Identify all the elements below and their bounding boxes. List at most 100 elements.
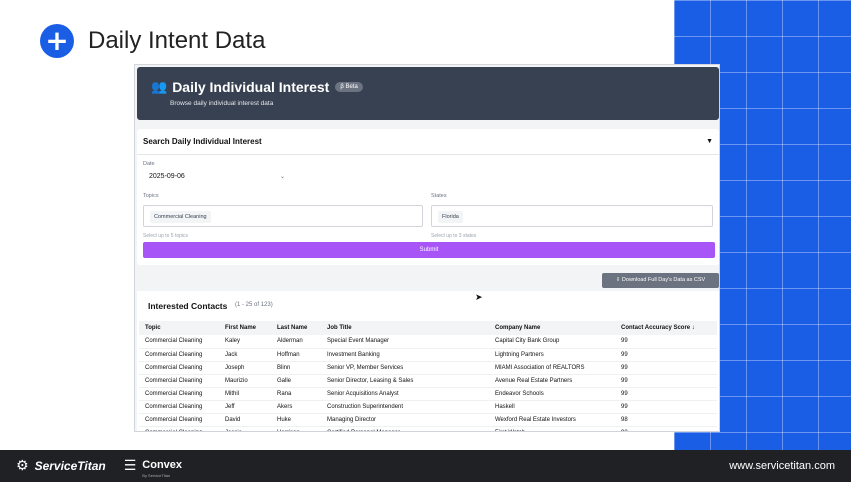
- table-cell: 99: [615, 374, 717, 388]
- page-subtitle: Browse daily individual interest data: [170, 100, 274, 107]
- date-label: Date: [143, 161, 155, 167]
- table-cell: MIAMI Association of REALTORS: [489, 361, 615, 375]
- table-cell: Special Event Manager: [321, 335, 489, 349]
- table-cell: First Watch: [489, 426, 615, 431]
- table-cell: Commercial Cleaning: [139, 361, 219, 375]
- hero-banner: 👥 Daily Individual Interest β Beta Brows…: [137, 67, 719, 120]
- date-select[interactable]: 2025-09-06: [149, 173, 185, 180]
- topics-input[interactable]: Commercial Cleaning: [143, 205, 423, 227]
- table-cell: Certified Personal Manager: [321, 426, 489, 431]
- servicetitan-logo: ⚙ ServiceTitan: [16, 458, 106, 474]
- servicetitan-mark-icon: ⚙: [16, 458, 29, 474]
- submit-button[interactable]: Submit: [143, 242, 715, 258]
- table-header-row: Topic First Name Last Name Job Title Com…: [139, 321, 717, 335]
- table-cell: Jack: [219, 348, 271, 362]
- column-header[interactable]: Topic: [139, 321, 219, 335]
- convex-wordmark: Convex: [142, 458, 183, 471]
- search-panel: Search Daily Individual Interest ▼ Date …: [137, 129, 719, 265]
- servicetitan-wordmark: ServiceTitan: [34, 459, 106, 473]
- users-icon: 👥: [151, 79, 168, 95]
- table-cell: Commercial Cleaning: [139, 335, 219, 349]
- table-cell: Avenue Real Estate Partners: [489, 374, 615, 388]
- table-cell: 98: [615, 413, 717, 427]
- slide-header: + Daily Intent Data: [40, 24, 265, 58]
- table-cell: Mithil: [219, 387, 271, 401]
- table-cell: 99: [615, 400, 717, 414]
- convex-subtext: By ServiceTitan: [142, 472, 171, 478]
- table-cell: Jessie: [219, 426, 271, 431]
- states-input[interactable]: Florida: [431, 205, 713, 227]
- table-cell: Commercial Cleaning: [139, 413, 219, 427]
- table-row[interactable]: Commercial Cleaning Jack Hoffman Investment…: [139, 348, 717, 362]
- table-cell: Blinn: [271, 361, 321, 375]
- column-header[interactable]: Company Name: [489, 321, 615, 335]
- convex-logo: ☰ Convex By ServiceTitan: [124, 455, 182, 478]
- table-row[interactable]: Commercial Cleaning Joseph Blinn Senior VP,…: [139, 361, 717, 375]
- convex-mark-icon: ☰: [123, 458, 137, 474]
- topics-label: Topics: [143, 193, 159, 199]
- table-cell: Hoffman: [271, 348, 321, 362]
- table-cell: Alderman: [271, 335, 321, 349]
- table-cell: Senior VP, Member Services: [321, 361, 489, 375]
- table-cell: Wexford Real Estate Investors: [489, 413, 615, 427]
- download-csv-button[interactable]: ⇩ Download Full Day's Data as CSV: [602, 273, 719, 288]
- table-cell: Haskell: [489, 400, 615, 414]
- table-cell: Commercial Cleaning: [139, 348, 219, 362]
- chevron-down-icon[interactable]: ⌄: [280, 173, 285, 180]
- table-cell: 99: [615, 387, 717, 401]
- plus-circle-icon: +: [40, 24, 74, 58]
- contacts-table: Topic First Name Last Name Job Title Com…: [139, 321, 717, 431]
- table-cell: Commercial Cleaning: [139, 426, 219, 431]
- state-chip[interactable]: Florida: [438, 211, 463, 223]
- table-cell: Managing Director: [321, 413, 489, 427]
- app-screenshot: 👥 Daily Individual Interest β Beta Brows…: [134, 64, 720, 432]
- states-hint: Select up to 3 states: [431, 233, 477, 239]
- column-header-sorted[interactable]: Contact Accuracy Score ↓: [615, 321, 717, 335]
- table-cell: Endeavor Schools: [489, 387, 615, 401]
- table-cell: Jeff: [219, 400, 271, 414]
- table-cell: Rana: [271, 387, 321, 401]
- table-cell: Joseph: [219, 361, 271, 375]
- collapse-caret-icon[interactable]: ▼: [706, 138, 713, 145]
- page-title: Daily Individual Interest: [172, 79, 330, 95]
- table-row[interactable]: Commercial Cleaning David Huke Managing Dir…: [139, 413, 717, 427]
- slide-title: Daily Intent Data: [88, 27, 266, 54]
- table-cell: Harrison: [271, 426, 321, 431]
- table-cell: 98: [615, 426, 717, 431]
- topic-chip[interactable]: Commercial Cleaning: [150, 211, 211, 223]
- search-panel-title: Search Daily Individual Interest: [143, 137, 262, 146]
- table-cell: Maurizio: [219, 374, 271, 388]
- column-header[interactable]: Job Title: [321, 321, 489, 335]
- column-header[interactable]: First Name: [219, 321, 271, 335]
- table-cell: 99: [615, 361, 717, 375]
- table-cell: 99: [615, 335, 717, 349]
- table-cell: Commercial Cleaning: [139, 400, 219, 414]
- table-cell: Capital City Bank Group: [489, 335, 615, 349]
- results-panel: Interested Contacts (1 - 25 of 123) Topi…: [137, 291, 719, 431]
- table-row[interactable]: Commercial Cleaning Jeff Akers Construction…: [139, 400, 717, 414]
- table-row[interactable]: Commercial CleaningJessieHarrisonCertifi…: [139, 426, 717, 431]
- states-label: States: [431, 193, 447, 199]
- table-cell: Senior Acquisitions Analyst: [321, 387, 489, 401]
- table-row[interactable]: Commercial Cleaning Maurizio Galle Senior D…: [139, 374, 717, 388]
- mouse-cursor-icon: ➤: [475, 293, 483, 303]
- beta-badge: β Beta: [335, 82, 363, 92]
- table-cell: Akers: [271, 400, 321, 414]
- footer-url: www.servicetitan.com: [729, 460, 835, 472]
- table-cell: David: [219, 413, 271, 427]
- results-title: Interested Contacts: [148, 301, 228, 311]
- table-cell: Galle: [271, 374, 321, 388]
- table-cell: Commercial Cleaning: [139, 374, 219, 388]
- footer-bar: ⚙ ServiceTitan ☰ Convex By ServiceTitan …: [0, 450, 851, 482]
- table-cell: Kaley: [219, 335, 271, 349]
- search-panel-header[interactable]: Search Daily Individual Interest ▼: [137, 129, 719, 155]
- table-cell: Huke: [271, 413, 321, 427]
- results-count: (1 - 25 of 123): [235, 302, 273, 308]
- column-header[interactable]: Last Name: [271, 321, 321, 335]
- table-row[interactable]: Commercial Cleaning Kaley Alderman Special …: [139, 335, 717, 349]
- table-cell: Lightning Partners: [489, 348, 615, 362]
- topics-hint: Select up to 5 topics: [143, 233, 189, 239]
- table-row[interactable]: Commercial Cleaning Mithil Rana Senior Acqu…: [139, 387, 717, 401]
- table-cell: Senior Director, Leasing & Sales: [321, 374, 489, 388]
- table-cell: Commercial Cleaning: [139, 387, 219, 401]
